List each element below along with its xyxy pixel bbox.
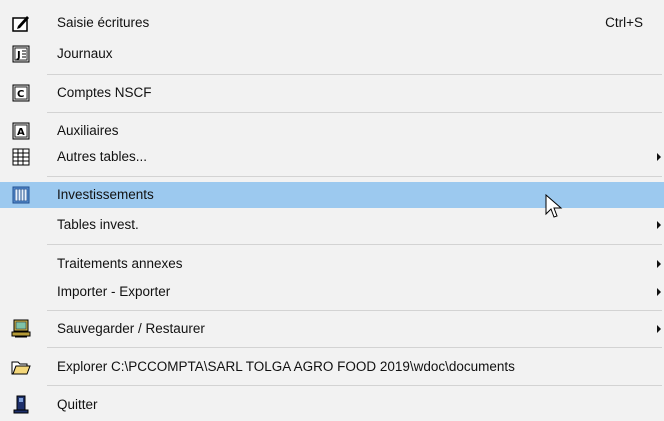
investments-icon xyxy=(11,185,31,205)
mouse-cursor-icon xyxy=(545,193,563,223)
journal-icon: J xyxy=(11,44,31,64)
menu-item-explorer[interactable]: Explorer C:\PCCOMPTA\SARL TOLGA AGRO FOO… xyxy=(0,354,664,380)
menu-item-label: Sauvegarder / Restaurer xyxy=(57,321,205,336)
menu-separator xyxy=(47,244,662,245)
menu-item-autres-tables[interactable]: Autres tables... xyxy=(0,144,664,170)
menu-item-shortcut: Ctrl+S xyxy=(605,15,643,30)
menu-item-label: Comptes NSCF xyxy=(57,85,152,100)
svg-text:J: J xyxy=(16,50,21,61)
exit-icon xyxy=(11,395,31,415)
menu-item-quitter[interactable]: Quitter xyxy=(0,392,664,418)
menu-separator xyxy=(47,347,662,348)
submenu-arrow-icon xyxy=(657,325,661,333)
tables-icon xyxy=(11,147,31,167)
menu-item-importer-exporter[interactable]: Importer - Exporter xyxy=(0,279,664,305)
menu-item-label: Quitter xyxy=(57,397,98,412)
menu-item-saisie-ecritures[interactable]: Saisie écritures Ctrl+S xyxy=(0,10,664,36)
menu-item-investissements[interactable]: Investissements xyxy=(0,182,664,208)
edit-icon xyxy=(11,13,31,33)
menu-item-label: Saisie écritures xyxy=(57,15,150,30)
menu-item-label: Tables invest. xyxy=(57,217,139,232)
menu-item-traitements-annexes[interactable]: Traitements annexes xyxy=(0,251,664,277)
menu-item-label: Auxiliaires xyxy=(57,123,119,138)
menu-separator xyxy=(47,385,662,386)
submenu-arrow-icon xyxy=(657,221,661,229)
accounts-icon: C xyxy=(11,83,31,103)
context-menu: Saisie écritures Ctrl+S J Journaux C Com… xyxy=(0,0,664,421)
menu-item-sauvegarder-restaurer[interactable]: Sauvegarder / Restaurer xyxy=(0,316,664,342)
menu-separator xyxy=(47,310,662,311)
submenu-arrow-icon xyxy=(657,153,661,161)
backup-computer-icon xyxy=(11,319,31,339)
menu-separator xyxy=(47,176,662,177)
menu-item-auxiliaires[interactable]: A Auxiliaires xyxy=(0,118,664,144)
menu-item-label: Journaux xyxy=(57,46,113,61)
menu-item-tables-invest[interactable]: Tables invest. xyxy=(0,212,664,238)
menu-item-label: Explorer C:\PCCOMPTA\SARL TOLGA AGRO FOO… xyxy=(57,359,515,374)
submenu-arrow-icon xyxy=(657,288,661,296)
menu-item-label: Traitements annexes xyxy=(57,256,183,271)
menu-item-journaux[interactable]: J Journaux xyxy=(0,41,664,67)
menu-separator xyxy=(47,74,662,75)
menu-separator xyxy=(47,112,662,113)
menu-item-label: Investissements xyxy=(57,187,154,202)
svg-text:A: A xyxy=(17,127,25,138)
auxiliary-icon: A xyxy=(11,121,31,141)
svg-text:C: C xyxy=(17,89,24,100)
menu-item-label: Importer - Exporter xyxy=(57,284,171,299)
submenu-arrow-icon xyxy=(657,260,661,268)
open-folder-icon xyxy=(11,357,31,377)
menu-item-comptes-nscf[interactable]: C Comptes NSCF xyxy=(0,80,664,106)
menu-item-label: Autres tables... xyxy=(57,149,148,164)
